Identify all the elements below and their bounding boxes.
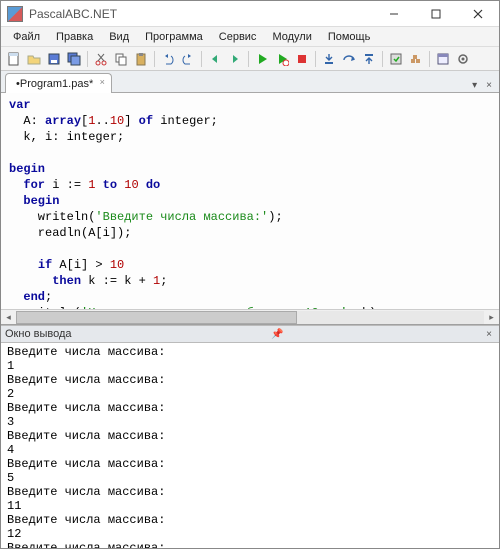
menu-программа[interactable]: Программа [137, 29, 211, 45]
menu-модули[interactable]: Модули [264, 29, 319, 45]
close-panel-icon[interactable]: × [483, 329, 495, 340]
toolbar-separator [382, 51, 383, 67]
compile-icon[interactable] [387, 50, 405, 68]
code-editor[interactable]: var A: array[1..10] of integer; k, i: in… [1, 93, 499, 309]
step-over-icon[interactable] [340, 50, 358, 68]
pin-icon[interactable]: 📌 [268, 329, 286, 340]
step-into-icon[interactable] [320, 50, 338, 68]
toolbar-separator [248, 51, 249, 67]
output-panel-body[interactable]: Введите числа массива: 1 Введите числа м… [1, 343, 499, 548]
tab-program1[interactable]: •Program1.pas* × [5, 73, 112, 93]
output-panel-header: Окно вывода 📌 × [1, 325, 499, 343]
title-bar: PascalABC.NET [1, 1, 499, 27]
horizontal-scrollbar[interactable]: ◂ ▸ [1, 309, 499, 324]
menu-правка[interactable]: Правка [48, 29, 101, 45]
step-out-icon[interactable] [360, 50, 378, 68]
tab-close-icon[interactable]: × [97, 77, 107, 87]
app-icon [7, 6, 23, 22]
menu-вид[interactable]: Вид [101, 29, 137, 45]
scroll-thumb[interactable] [16, 311, 297, 324]
toolbar-separator [201, 51, 202, 67]
options-icon[interactable] [454, 50, 472, 68]
cut-icon[interactable] [92, 50, 110, 68]
tab-bar: •Program1.pas* × ▾ × [1, 71, 499, 93]
toolbar [1, 47, 499, 71]
copy-icon[interactable] [112, 50, 130, 68]
minimize-button[interactable] [373, 1, 415, 26]
scroll-left-icon[interactable]: ◂ [1, 311, 16, 324]
run-icon[interactable] [253, 50, 271, 68]
build-icon[interactable] [407, 50, 425, 68]
tab-dropdown-icon[interactable]: ▾ [469, 79, 480, 92]
menu-сервис[interactable]: Сервис [211, 29, 265, 45]
nav-fwd-icon[interactable] [226, 50, 244, 68]
maximize-button[interactable] [415, 1, 457, 26]
toolbar-separator [429, 51, 430, 67]
code-editor-panel: var A: array[1..10] of integer; k, i: in… [1, 93, 499, 325]
toolbar-separator [87, 51, 88, 67]
output-panel-title: Окно вывода [5, 328, 72, 340]
redo-icon[interactable] [179, 50, 197, 68]
new-file-icon[interactable] [5, 50, 23, 68]
close-button[interactable] [457, 1, 499, 26]
menu-bar: ФайлПравкаВидПрограммаСервисМодулиПомощь [1, 27, 499, 47]
window-controls [373, 1, 499, 26]
paste-icon[interactable] [132, 50, 150, 68]
tab-label: •Program1.pas* [16, 78, 93, 90]
save-icon[interactable] [45, 50, 63, 68]
tab-close-panel-icon[interactable]: × [483, 79, 495, 92]
form-designer-icon[interactable] [434, 50, 452, 68]
window-title: PascalABC.NET [29, 7, 373, 21]
toolbar-separator [154, 51, 155, 67]
scroll-right-icon[interactable]: ▸ [484, 311, 499, 324]
open-file-icon[interactable] [25, 50, 43, 68]
save-all-icon[interactable] [65, 50, 83, 68]
scroll-track[interactable] [16, 311, 484, 324]
nav-back-icon[interactable] [206, 50, 224, 68]
menu-файл[interactable]: Файл [5, 29, 48, 45]
undo-icon[interactable] [159, 50, 177, 68]
run-no-debug-icon[interactable] [273, 50, 291, 68]
menu-помощь[interactable]: Помощь [320, 29, 379, 45]
stop-icon[interactable] [293, 50, 311, 68]
toolbar-separator [315, 51, 316, 67]
